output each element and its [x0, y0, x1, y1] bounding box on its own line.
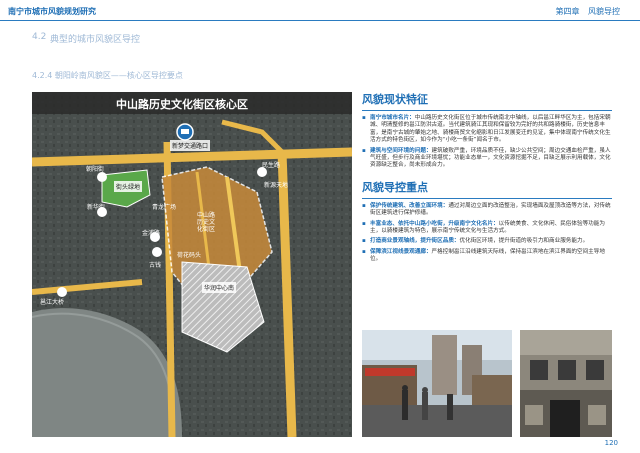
- chapter-label: 第四章: [555, 7, 580, 16]
- chapter-header: 第四章 风貌导控: [555, 6, 620, 17]
- subsection-title: 4.2.4 朝阳岭南风貌区——核心区导控要点: [32, 71, 183, 80]
- guidance-item: ▪ 保障滨江视线景观通廊：严格控制邕江沿线建筑天际线，保持邕江滨地在滨江界面的空…: [362, 249, 612, 264]
- label-xinhua-street: 新华街: [87, 204, 106, 211]
- page-number: 120: [604, 439, 618, 447]
- feature-item: ▪ 南宁市城市名片：中山路历史文化街区位于城市传统南北中轴线，以后邕江畔华区为主…: [362, 115, 612, 145]
- bullet-icon: ▪: [362, 202, 366, 209]
- bullet-icon: ▪: [362, 220, 366, 227]
- bullet-icon: ▪: [362, 115, 366, 121]
- guidance-item-label: 保障滨江视线景观通廊：: [370, 248, 432, 255]
- bullet-icon: ▪: [362, 147, 366, 154]
- features-heading: 风貌现状特征: [362, 93, 428, 106]
- bullet-icon: ▪: [362, 248, 366, 255]
- guidance-item: ▪ 保护传统建筑、改善立面环境：通过对周边立面的改造整治，实现墙面及屋顶改造等方…: [362, 203, 612, 218]
- chapter-section-label: 风貌导控: [588, 7, 620, 16]
- label-xinyuan-tiandi: 新源天地: [264, 182, 289, 189]
- guidance-item: ▪ 丰富业态、依托中山路小吃街，升级南宁文化名片：以传统美食、文化休闲、民俗体验…: [362, 221, 612, 236]
- marker-chaoyang: [97, 172, 107, 182]
- right-column: 风貌现状特征 ▪ 南宁市城市名片：中山路历史文化街区位于城市传统南北中轴线，以后…: [362, 92, 612, 267]
- label-hehua-ferry: 荷花码头: [177, 252, 202, 259]
- label-chaoyang-street: 朝阳街: [86, 166, 105, 173]
- label-gujing: 古钱: [149, 262, 162, 269]
- guidance-item-label: 保护传统建筑、改善立面环境：: [370, 202, 449, 209]
- guidance-item-label: 打造商业景观轴线，提升街区品质：: [370, 238, 460, 245]
- section-title: 典型的城市风貌区导控: [50, 35, 141, 45]
- feature-item: ▪ 建筑与空间环境的问题：建筑破败严重，环境品质不佳，缺少公共空间；周边交通血检…: [362, 148, 612, 170]
- features-divider: [362, 110, 612, 111]
- label-yongjiang-bridge: 邕江大桥: [40, 299, 65, 306]
- building-photo: [520, 330, 612, 437]
- marker-gujing: [152, 247, 162, 257]
- label-zhongshan-district: 中山路历史文化街区: [197, 212, 216, 233]
- label-jinpu-road: 金浦路: [142, 230, 161, 237]
- label-park: 街头绿地: [114, 181, 143, 192]
- label-traffic-hub: 新梦交通路口: [170, 140, 211, 151]
- guidance-divider: [362, 197, 612, 199]
- guidance-item: ▪ 打造商业景观轴线，提升街区品质：优化街区环境，提升街道的吸引力和商业服务能力…: [362, 238, 612, 245]
- label-huaxia-plaza: 华润中心南: [202, 282, 237, 293]
- street-photo: [362, 330, 512, 437]
- header-divider: [0, 20, 640, 21]
- street-photo-graphic: [362, 330, 512, 437]
- document-header-title: 南宁市城市风貌规划研究: [8, 7, 96, 16]
- building-photo-graphic: [520, 330, 612, 437]
- feature-item-label: 南宁市城市名片：: [370, 115, 415, 121]
- map-title: 中山路历史文化街区核心区: [116, 98, 248, 111]
- guidance-heading: 风貌导控重点: [362, 180, 428, 194]
- label-qinglong-square: 青龙广场: [152, 204, 177, 211]
- marker-bridge: [57, 287, 67, 297]
- guidance-item-text: 优化街区环境，提升街道的吸引力和商业服务能力。: [459, 238, 589, 245]
- label-minsheng-road: 民生路: [262, 162, 281, 169]
- guidance-item-label: 丰富业态、依托中山路小吃街，升级南宁文化名片：: [370, 220, 499, 227]
- bullet-icon: ▪: [362, 238, 366, 245]
- feature-item-label: 建筑与空间环境的问题：: [370, 147, 432, 154]
- section-number: 4.2: [32, 32, 47, 42]
- district-map: 中山路历史文化街区核心区 新梦交通路口 街头绿地 朝阳街 民生路 新华街 新源天…: [32, 92, 352, 437]
